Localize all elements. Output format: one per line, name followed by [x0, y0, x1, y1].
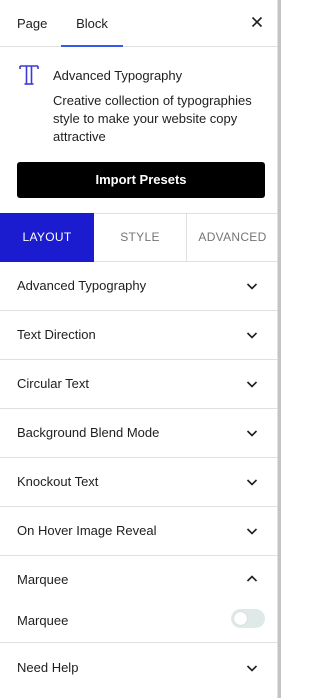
section-background-blend-mode[interactable]: Background Blend Mode	[0, 409, 278, 458]
chevron-down-icon	[245, 475, 259, 489]
section-marquee: Marquee Marquee	[0, 555, 278, 643]
scrollbar[interactable]	[278, 0, 281, 698]
tab-block-label: Block	[76, 16, 108, 31]
inspector-tabs: LAYOUT STYLE ADVANCED	[0, 213, 278, 262]
section-label: Knockout Text	[17, 474, 99, 489]
block-title: Advanced Typography	[53, 68, 183, 83]
section-label: Circular Text	[17, 376, 90, 391]
active-tab-indicator	[61, 45, 123, 47]
tab-block[interactable]: Block	[61, 0, 123, 47]
block-description: Creative collection of typographies styl…	[53, 93, 252, 144]
tab-page[interactable]: Page	[17, 0, 47, 47]
chevron-down-icon	[245, 661, 259, 675]
section-advanced-typography[interactable]: Advanced Typography	[0, 262, 278, 311]
section-knockout-text[interactable]: Knockout Text	[0, 458, 278, 507]
section-marquee-header[interactable]: Marquee	[17, 555, 68, 605]
section-circular-text[interactable]: Circular Text	[0, 360, 278, 409]
section-text-direction[interactable]: Text Direction	[0, 311, 278, 360]
section-label: Need Help	[17, 660, 79, 675]
close-icon[interactable]	[248, 13, 266, 31]
typography-icon	[17, 63, 41, 87]
section-label: Background Blend Mode	[17, 425, 160, 440]
chevron-down-icon	[245, 279, 259, 293]
import-presets-button[interactable]: Import Presets	[17, 162, 265, 198]
section-label: Advanced Typography	[17, 278, 147, 293]
section-on-hover-image-reveal[interactable]: On Hover Image Reveal	[0, 507, 278, 556]
section-label: On Hover Image Reveal	[17, 523, 157, 538]
toggle-knob	[234, 612, 247, 625]
tab-style[interactable]: STYLE	[94, 214, 187, 261]
sidebar-header: Page Block	[0, 0, 278, 47]
tab-advanced[interactable]: ADVANCED	[187, 214, 278, 261]
chevron-down-icon	[245, 328, 259, 342]
section-need-help[interactable]: Need Help	[0, 644, 278, 693]
chevron-down-icon	[245, 426, 259, 440]
chevron-down-icon	[245, 524, 259, 538]
section-label: Text Direction	[17, 327, 96, 342]
chevron-up-icon[interactable]	[245, 572, 259, 586]
marquee-toggle[interactable]	[231, 609, 265, 628]
tab-layout[interactable]: LAYOUT	[0, 213, 94, 262]
marquee-toggle-label: Marquee	[17, 613, 69, 628]
block-settings-sidebar: Page Block Advanced Typography Creative …	[0, 0, 278, 698]
chevron-down-icon	[245, 377, 259, 391]
